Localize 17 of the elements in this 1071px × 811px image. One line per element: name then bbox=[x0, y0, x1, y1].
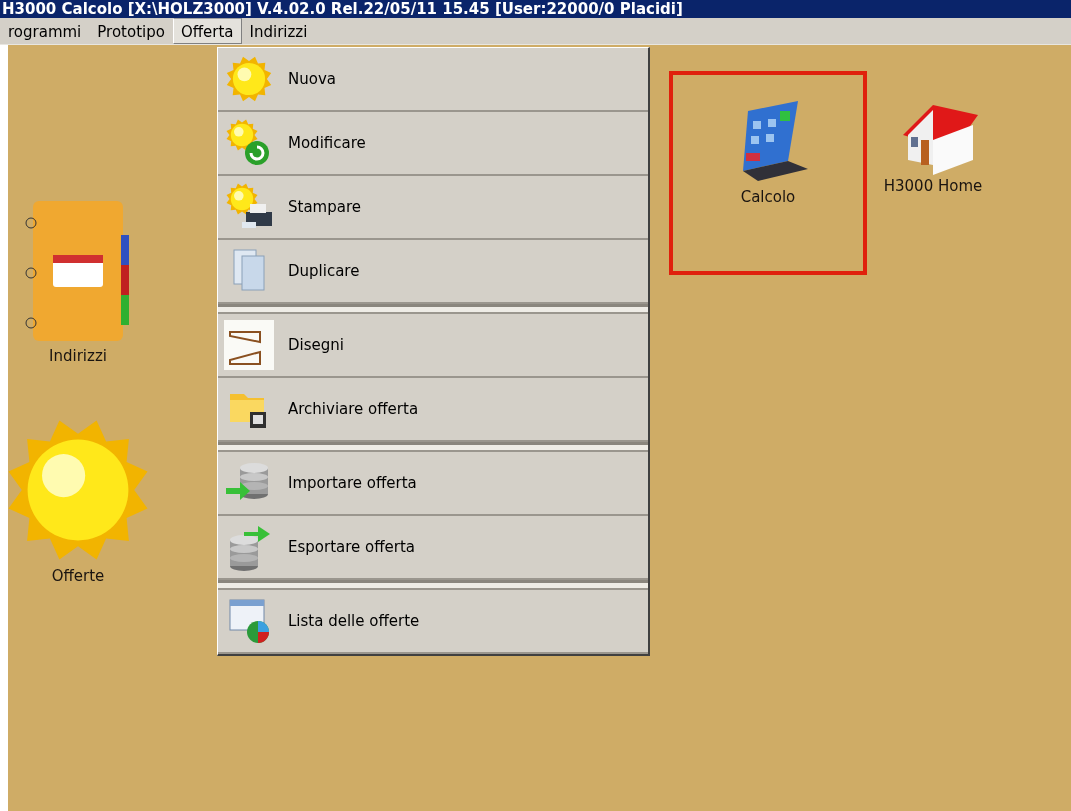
desktop-shortcut[interactable]: Offerte bbox=[8, 415, 148, 588]
menu-item[interactable]: Modificare bbox=[218, 112, 648, 176]
menu-item[interactable]: Disegni bbox=[218, 314, 648, 378]
sun-icon bbox=[224, 54, 274, 104]
menu-item[interactable]: Nuova bbox=[218, 48, 648, 112]
menu-item[interactable]: Stampare bbox=[218, 176, 648, 240]
desktop-shortcut[interactable]: H3000 Home bbox=[863, 85, 1003, 198]
menu-item[interactable]: Prototipo bbox=[89, 18, 173, 44]
desktop-shortcut[interactable]: Calcolo bbox=[673, 75, 863, 271]
desktop-shortcut[interactable]: Indirizzi bbox=[8, 195, 148, 368]
menu-item[interactable]: rogrammi bbox=[0, 18, 90, 44]
menu-item[interactable]: Importare offerta bbox=[218, 452, 648, 516]
menu-item[interactable]: Lista delle offerte bbox=[218, 590, 648, 654]
menu-item[interactable]: Indirizzi bbox=[241, 18, 316, 44]
window-title: H3000 Calcolo [X:\HOLZ3000] V.4.02.0 Rel.22/05/11 15.45 [User:22000/0 Placidi] bbox=[0, 0, 1071, 18]
drawings-icon bbox=[224, 320, 274, 370]
menu-item[interactable]: Offerta bbox=[172, 18, 242, 44]
